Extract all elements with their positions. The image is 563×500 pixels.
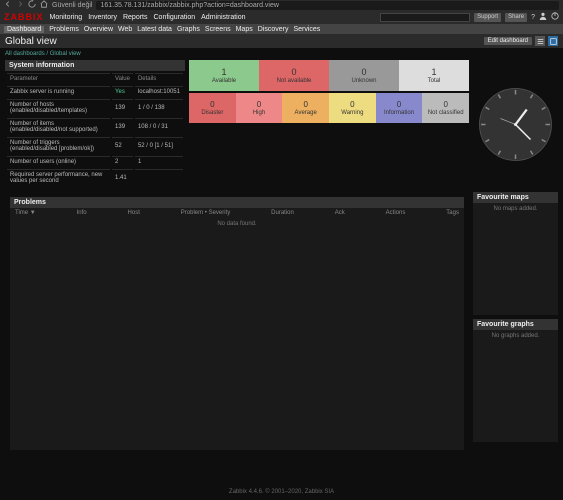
reload-icon[interactable] xyxy=(28,0,36,10)
page-header: Global view Edit dashboard xyxy=(0,34,563,48)
col-header[interactable]: Host xyxy=(128,210,140,216)
edit-dashboard-button[interactable]: Edit dashboard xyxy=(484,37,532,45)
sysinfo-row: Required server performance, new values … xyxy=(7,169,183,186)
security-indicator[interactable]: Güvenli değil xyxy=(52,2,92,9)
sysinfo-row: Number of hosts (enabled/disabled/templa… xyxy=(7,99,183,116)
clock-widget xyxy=(473,60,558,188)
problems-panel: Problems Time ▼ Info Host Problem • Severit… xyxy=(10,197,464,450)
back-icon[interactable] xyxy=(4,0,12,10)
user-icon[interactable] xyxy=(539,12,547,22)
problems-title: Problems xyxy=(10,197,464,208)
subnav-web[interactable]: Web xyxy=(118,26,132,33)
favmaps-title: Favourite maps xyxy=(473,192,558,203)
status-not-available[interactable]: 0Not available xyxy=(259,60,329,91)
page-title: Global view xyxy=(5,36,57,47)
sev-high[interactable]: 0High xyxy=(236,93,283,123)
subnav-graphs[interactable]: Graphs xyxy=(177,26,200,33)
logo: ZABBIX xyxy=(4,12,44,22)
sysinfo-row: Number of triggers (enabled/disabled [pr… xyxy=(7,137,183,154)
search-input[interactable] xyxy=(380,13,470,22)
sev-information[interactable]: 0Information xyxy=(376,93,423,123)
col-header[interactable]: Actions xyxy=(386,210,406,216)
top-bar: ZABBIX Monitoring Inventory Reports Configu… xyxy=(0,10,563,24)
analog-clock xyxy=(478,87,553,162)
nav-inventory[interactable]: Inventory xyxy=(88,14,117,21)
status-unknown[interactable]: 0Unknown xyxy=(329,60,399,91)
nav-monitoring[interactable]: Monitoring xyxy=(50,14,83,21)
col-header[interactable]: Duration xyxy=(271,210,294,216)
col-header[interactable]: Tags xyxy=(446,210,459,216)
status-total[interactable]: 1Total xyxy=(399,60,469,91)
subnav-dashboard[interactable]: Dashboard xyxy=(4,26,44,33)
system-info-panel: System information ParameterValueDetails… xyxy=(5,60,185,188)
sev-average[interactable]: 0Average xyxy=(282,93,329,123)
subnav-services[interactable]: Services xyxy=(293,26,320,33)
share-button[interactable]: Share xyxy=(505,13,527,22)
sev-disaster[interactable]: 0Disaster xyxy=(189,93,236,123)
list-view-icon[interactable] xyxy=(535,36,545,46)
subnav-overview[interactable]: Overview xyxy=(84,26,113,33)
kiosk-icon[interactable] xyxy=(548,36,558,46)
browser-chrome: Güvenli değil 161.35.78.131/zabbix/zabbi… xyxy=(0,0,563,10)
subnav-screens[interactable]: Screens xyxy=(205,26,231,33)
url-bar[interactable]: 161.35.78.131/zabbix/zabbix.php?action=d… xyxy=(96,1,559,10)
nav-reports[interactable]: Reports xyxy=(123,14,148,21)
forward-icon[interactable] xyxy=(16,0,24,10)
fav-maps-panel: Favourite maps No maps added. xyxy=(473,192,558,315)
subnav-discovery[interactable]: Discovery xyxy=(258,26,289,33)
sub-nav: Dashboard Problems Overview Web Latest data G… xyxy=(0,24,563,34)
col-header[interactable]: Time ▼ xyxy=(15,210,36,216)
col-header[interactable]: Info xyxy=(77,210,87,216)
sev-not-classified[interactable]: 0Not classified xyxy=(422,93,469,123)
breadcrumb: All dashboards / Global view xyxy=(0,48,563,60)
fav-graphs-panel: Favourite graphs No graphs added. xyxy=(473,319,558,442)
favgraphs-title: Favourite graphs xyxy=(473,319,558,330)
nav-configuration[interactable]: Configuration xyxy=(154,14,196,21)
favmaps-msg: No maps added. xyxy=(473,203,558,215)
sysinfo-title: System information xyxy=(5,60,185,71)
sysinfo-row: Zabbix server is runningYeslocalhost:100… xyxy=(7,86,183,97)
crumb-current: Global view xyxy=(50,51,81,57)
crumb-all[interactable]: All dashboards xyxy=(5,51,45,57)
nav-administration[interactable]: Administration xyxy=(201,14,245,21)
help-icon[interactable]: ? xyxy=(531,14,535,21)
home-icon[interactable] xyxy=(40,0,48,10)
support-button[interactable]: Support xyxy=(474,13,501,22)
main-menu: Monitoring Inventory Reports Configuration A… xyxy=(50,14,246,21)
problems-nodata: No data found. xyxy=(10,218,464,230)
power-icon[interactable] xyxy=(551,12,559,22)
subnav-maps[interactable]: Maps xyxy=(236,26,253,33)
col-header[interactable]: Ack xyxy=(335,210,345,216)
subnav-latest-data[interactable]: Latest data xyxy=(137,26,172,33)
sysinfo-row: Number of users (online)21 xyxy=(7,156,183,167)
status-panel: 1Available0Not available0Unknown1Total 0… xyxy=(189,60,469,188)
status-available[interactable]: 1Available xyxy=(189,60,259,91)
favgraphs-msg: No graphs added. xyxy=(473,330,558,342)
sev-warning[interactable]: 0Warning xyxy=(329,93,376,123)
col-header[interactable]: Problem • Severity xyxy=(181,210,230,216)
subnav-problems[interactable]: Problems xyxy=(49,26,79,33)
sysinfo-row: Number of items (enabled/disabled/not su… xyxy=(7,118,183,135)
footer: Zabbix 4.4.6. © 2001–2020, Zabbix SIA xyxy=(0,489,563,495)
